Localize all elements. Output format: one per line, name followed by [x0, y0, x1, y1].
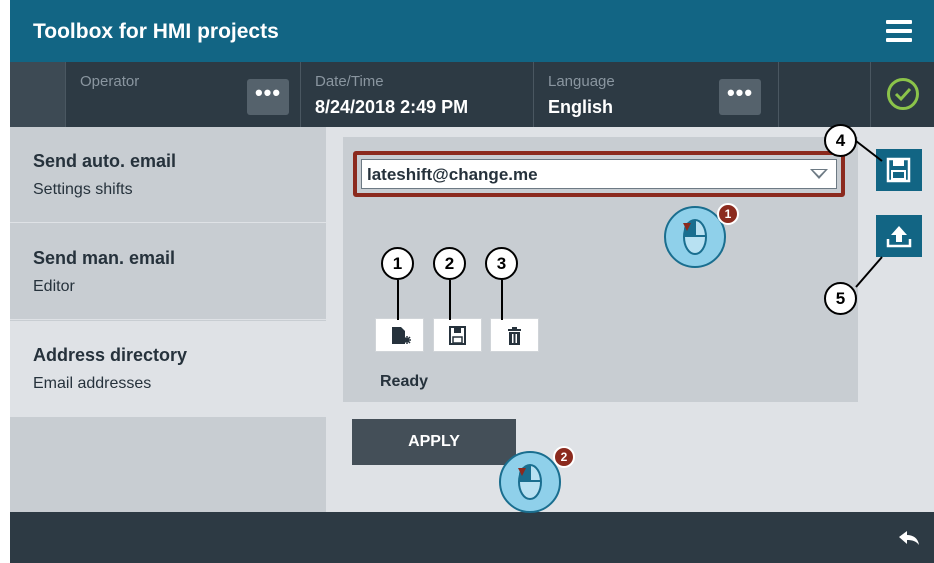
- language-label: Language: [548, 73, 615, 90]
- save-icon: [449, 326, 466, 345]
- sidebar-item-title: Address directory: [33, 345, 188, 365]
- delete-address-button[interactable]: [490, 318, 539, 352]
- address-panel: lateshift@change.me Ready: [343, 137, 858, 402]
- datetime-value: 8/24/2018 2:49 PM: [315, 97, 469, 117]
- check-circle-icon: [887, 78, 919, 110]
- chevron-down-icon: [810, 169, 828, 179]
- sidebar-item-send-auto-email[interactable]: Send auto. email Settings shifts: [10, 127, 326, 223]
- callout-leader: [449, 280, 451, 320]
- datetime-label: Date/Time: [315, 73, 384, 90]
- hmi-screen: Toolbox for HMI projects Operator ••• Da…: [10, 0, 934, 563]
- trash-icon: [508, 327, 521, 345]
- status-bar: Operator ••• Date/Time 8/24/2018 2:49 PM…: [10, 62, 934, 127]
- app-title: Toolbox for HMI projects: [33, 20, 279, 43]
- sidebar-item-subtitle: Editor: [33, 278, 75, 295]
- status-ok-cell: [870, 62, 934, 127]
- apply-button[interactable]: APPLY: [352, 419, 516, 465]
- save-address-button[interactable]: [433, 318, 482, 352]
- datetime-field: Date/Time 8/24/2018 2:49 PM: [300, 62, 533, 127]
- operator-label: Operator: [80, 73, 140, 90]
- address-dropdown-value: lateshift@change.me: [367, 165, 538, 184]
- language-field: Language English •••: [533, 62, 778, 127]
- combo-highlight: lateshift@change.me: [353, 151, 845, 197]
- operator-more-button[interactable]: •••: [247, 79, 289, 115]
- sidebar-item-subtitle: Settings shifts: [33, 181, 133, 198]
- callout-3: 3: [485, 247, 518, 280]
- operator-field: Operator •••: [65, 62, 300, 127]
- status-blank-cell: [10, 62, 65, 127]
- callout-2: 2: [433, 247, 466, 280]
- sidebar-nav: Send auto. email Settings shifts Send ma…: [10, 127, 326, 512]
- sidebar-item-send-man-email[interactable]: Send man. email Editor: [10, 224, 326, 320]
- hamburger-icon[interactable]: [886, 20, 912, 42]
- sidebar-item-subtitle: Email addresses: [33, 375, 152, 392]
- callout-4: 4: [824, 124, 857, 157]
- back-arrow-icon[interactable]: [898, 530, 920, 546]
- sidebar-item-title: Send man. email: [33, 248, 176, 268]
- new-file-icon: [392, 327, 411, 344]
- callout-leader: [501, 280, 503, 320]
- step-badge-2: 2: [553, 446, 575, 468]
- language-value: English: [548, 97, 614, 117]
- callout-leader: [397, 280, 399, 320]
- callout-5: 5: [824, 282, 857, 315]
- step-badge-1: 1: [717, 203, 739, 225]
- sidebar-item-address-directory[interactable]: Address directory Email addresses: [10, 321, 326, 417]
- language-more-button[interactable]: •••: [719, 79, 761, 115]
- sidebar-item-title: Send auto. email: [33, 151, 177, 171]
- new-address-button[interactable]: [375, 318, 424, 352]
- status-text: Ready: [380, 373, 429, 390]
- address-dropdown[interactable]: lateshift@change.me: [361, 159, 837, 189]
- status-empty-cell: [778, 62, 870, 127]
- callout-1: 1: [381, 247, 414, 280]
- footer-bar: [10, 512, 934, 563]
- title-bar: Toolbox for HMI projects: [10, 0, 934, 62]
